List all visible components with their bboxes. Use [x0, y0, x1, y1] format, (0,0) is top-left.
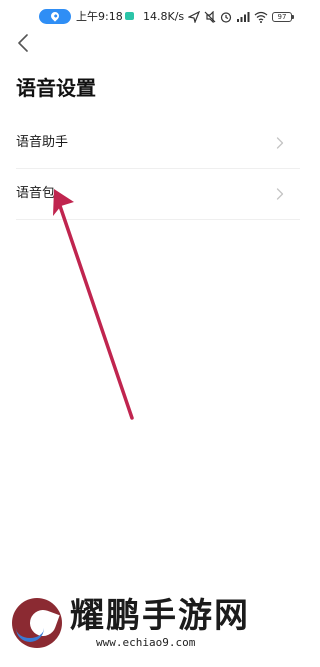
- alarm-icon: [220, 11, 232, 23]
- watermark: 耀鹏手游网 www.echiao9.com: [0, 590, 300, 667]
- chat-notification-icon: [125, 12, 134, 20]
- page-title: 语音设置: [16, 76, 96, 100]
- signal-icon: [237, 11, 250, 22]
- back-button[interactable]: [12, 32, 34, 54]
- wifi-icon: [254, 11, 268, 23]
- chevron-left-icon: [18, 34, 28, 52]
- battery-icon: 97: [272, 11, 294, 22]
- network-speed: 14.8K/s: [143, 10, 185, 23]
- list-item-voice-assistant[interactable]: 语音助手: [0, 118, 300, 168]
- watermark-url: www.echiao9.com: [96, 636, 196, 649]
- watermark-text: 耀鹏手游网: [70, 596, 250, 636]
- location-icon: [39, 9, 71, 24]
- divider: [16, 219, 300, 220]
- mute-icon: [204, 10, 216, 23]
- list-item-label: 语音包: [16, 186, 56, 201]
- chevron-right-icon: [276, 188, 284, 200]
- send-icon: [188, 10, 200, 23]
- status-bar: 上午9:18 14.8K/s 97: [0, 0, 300, 30]
- settings-list: 语音助手 语音包: [0, 118, 300, 220]
- list-item-voice-pack[interactable]: 语音包: [0, 169, 300, 219]
- status-time: 上午9:18: [76, 10, 123, 23]
- watermark-logo-icon: [12, 598, 62, 648]
- chevron-right-icon: [276, 137, 284, 149]
- status-icons: 97: [188, 9, 294, 24]
- screen: 上午9:18 14.8K/s 97 语音设置 语音助手 语音包 耀鹏手游网 ww…: [0, 0, 300, 667]
- list-item-label: 语音助手: [16, 135, 69, 150]
